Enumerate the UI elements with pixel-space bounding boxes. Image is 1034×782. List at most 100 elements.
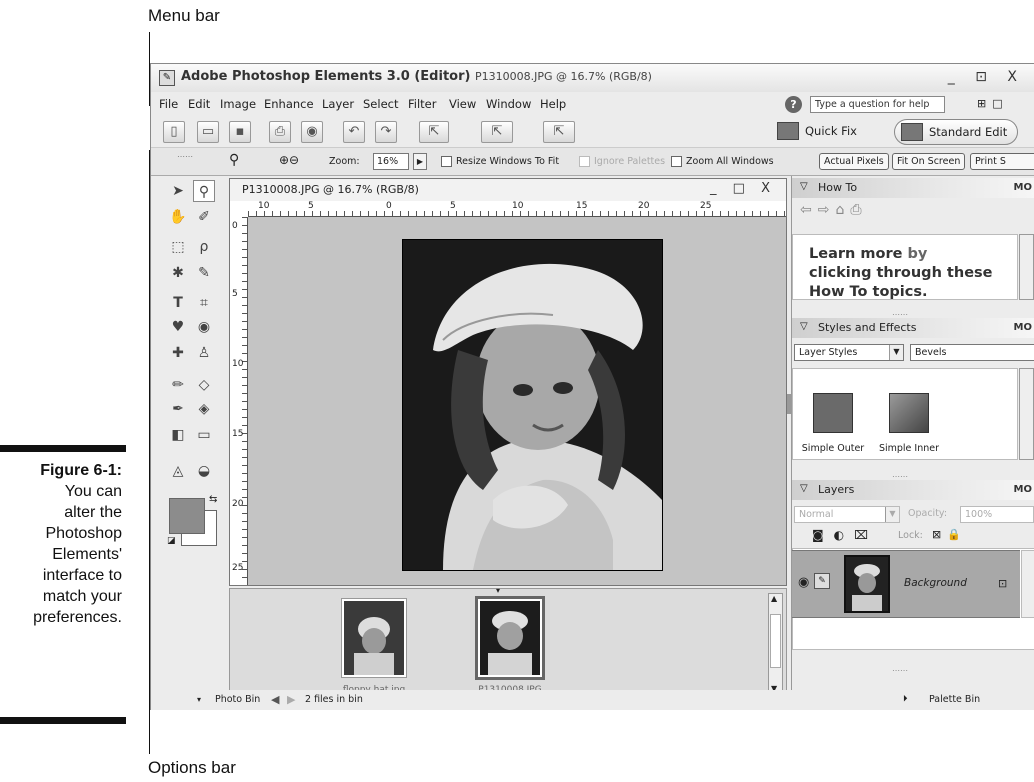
zoom-all-windows-checkbox[interactable] [671,156,682,167]
blend-mode-select[interactable]: Normal ▼ [794,506,900,523]
magic-wand-tool-icon[interactable]: ✱ [167,262,189,284]
type-tool-icon[interactable]: T [167,292,189,314]
window-controls[interactable]: _ ⊡ X [948,69,1025,85]
layer-name[interactable]: Background [904,577,967,589]
online-services-icon[interactable]: ◉ [301,121,323,143]
foreground-color-swatch[interactable] [169,498,205,534]
lock-icons[interactable]: ⊠🔒 [932,528,967,541]
photo-thumbnail[interactable]: floppy hat.jpg [342,599,406,695]
style-simple-inner[interactable]: Simple Inner [877,393,941,454]
layers-scrollbar[interactable] [1021,550,1034,618]
palette-divider-grip[interactable]: ⋯⋯ [892,666,908,675]
layer-row-background[interactable]: ◉ ✎ Background ⊡ [792,550,1020,618]
style-simple-outer[interactable]: Simple Outer [801,393,865,454]
zoom-tool-icon[interactable]: ⚲ [193,180,215,202]
new-icon[interactable]: ▯ [163,121,185,143]
photo-bin-toggle-icon[interactable]: ▾ [197,695,201,704]
red-eye-tool-icon[interactable]: ◉ [193,316,215,338]
menu-edit[interactable]: Edit [188,97,210,111]
quick-fix-button[interactable]: Quick Fix [771,119,867,145]
hand-tool-icon[interactable]: ✋ [167,206,189,228]
crop-tool-icon[interactable]: ⌗ [193,292,215,314]
shape-tool-icon[interactable]: ▭ [193,424,215,446]
zoom-tool-preset-icon[interactable]: ⚲ [229,152,239,168]
opacity-input[interactable]: 100% [960,506,1034,523]
brush-tool-icon[interactable]: ✒ [167,398,189,420]
actual-pixels-button[interactable]: Actual Pixels [819,153,889,170]
layers-more-button[interactable]: MO [1014,484,1032,495]
default-colors-icon[interactable]: ◪ [167,536,176,546]
eyedropper-tool-icon[interactable]: ✐ [193,206,215,228]
menu-filter[interactable]: Filter [408,97,436,111]
help-icon[interactable]: ? [785,96,802,113]
previous-photo-icon[interactable]: ◀ [271,693,279,706]
how-to-nav-icons[interactable]: ⇦⇨⌂⎙ [800,202,868,218]
scroll-thumb[interactable] [770,614,781,668]
cookie-cutter-tool-icon[interactable]: ♥ [167,316,189,338]
next-photo-icon[interactable]: ▶ [287,693,295,706]
menu-file[interactable]: File [159,97,178,111]
layer-action-icons[interactable]: ◙◐⌧ [812,528,878,542]
document-window-controls[interactable]: _ □ X [710,181,776,196]
menu-layer[interactable]: Layer [322,97,354,111]
styles-scrollbar[interactable] [1019,368,1034,460]
menu-window[interactable]: Window [486,97,531,111]
how-to-more-button[interactable]: MO [1014,182,1032,193]
selection-brush-tool-icon[interactable]: ✎ [193,262,215,284]
collapse-icon[interactable]: ▽ [800,321,808,332]
pencil-tool-icon[interactable]: ✏ [167,374,189,396]
menu-help[interactable]: Help [540,97,566,111]
eraser-tool-icon[interactable]: ◇ [193,374,215,396]
zoom-in-out-icons[interactable]: ⊕⊖ [279,153,299,167]
standard-edit-button[interactable]: Standard Edit [894,119,1019,145]
collapse-icon[interactable]: ▽ [800,483,808,494]
save-icon[interactable]: ▪ [229,121,251,143]
scroll-up-icon[interactable]: ▲ [771,594,777,603]
zoom-slider-arrow[interactable]: ▶ [413,153,427,170]
styles-more-button[interactable]: MO [1014,322,1032,333]
styles-palette-header[interactable]: ▽ Styles and Effects MO [792,318,1034,338]
move-tool-icon[interactable]: ➤ [167,180,189,202]
lasso-tool-icon[interactable]: ρ [193,236,215,258]
how-to-palette-header[interactable]: ▽ How To MO [792,178,1034,198]
create-icon[interactable]: ⇱ [481,121,513,143]
menu-enhance[interactable]: Enhance [264,97,314,111]
palette-bin-label[interactable]: Palette Bin [929,694,980,705]
clone-stamp-tool-icon[interactable]: ♙ [193,342,215,364]
photo-bin-label[interactable]: Photo Bin [215,694,260,705]
styles-library-select[interactable]: Bevels [910,344,1034,361]
print-icon[interactable]: ⎙ [269,121,291,143]
fit-on-screen-button[interactable]: Fit On Screen [892,153,966,170]
gradient-tool-icon[interactable]: ◧ [167,424,189,446]
layers-palette-header[interactable]: ▽ Layers MO [792,480,1034,500]
palette-bin-toggle-icon[interactable]: ⏵ [903,694,908,704]
image-canvas[interactable] [248,217,786,585]
options-grip[interactable]: ⋯⋯ [177,152,193,161]
menu-image[interactable]: Image [220,97,256,111]
photo-browser-icon[interactable]: ⇱ [543,121,575,143]
collapse-icon[interactable]: ▽ [800,181,808,192]
print-size-button[interactable]: Print S [970,153,1034,170]
zoom-input[interactable]: 16% [373,153,409,170]
open-icon[interactable]: ▭ [197,121,219,143]
menu-select[interactable]: Select [363,97,398,111]
resize-windows-checkbox[interactable] [441,156,452,167]
sponge-tool-icon[interactable]: ◒ [193,460,215,482]
how-to-scrollbar[interactable] [1019,234,1034,300]
brush-link-icon[interactable]: ✎ [814,573,830,589]
blur-tool-icon[interactable]: ◬ [167,460,189,482]
swap-colors-icon[interactable]: ⇆ [209,494,217,505]
palette-bin-splitter[interactable] [787,394,791,414]
redo-icon[interactable]: ↷ [375,121,397,143]
healing-brush-tool-icon[interactable]: ✚ [167,342,189,364]
help-search-input[interactable]: Type a question for help [810,96,945,113]
eye-icon[interactable]: ◉ [798,575,809,590]
undo-icon[interactable]: ↶ [343,121,365,143]
photo-bin-collapse-handle[interactable]: ▾ [496,586,500,595]
photo-thumbnail-selected[interactable]: P1310008.JPG [478,599,542,695]
menu-view[interactable]: View [449,97,476,111]
organizer-icon[interactable]: ⇱ [419,121,449,143]
ignore-palettes-checkbox[interactable] [579,156,590,167]
photo-bin-scrollbar[interactable]: ▲ ▼ [768,593,783,697]
marquee-tool-icon[interactable]: ⬚ [167,236,189,258]
